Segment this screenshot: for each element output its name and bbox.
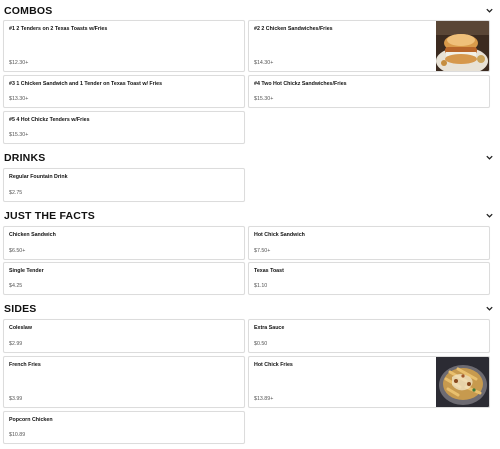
menu-item-card[interactable]: French Fries $3.99: [3, 356, 245, 408]
menu-item-price: $15.30+: [9, 132, 29, 138]
menu-item-name: Hot Chick Fries: [254, 362, 293, 368]
menu-item-card[interactable]: #2 2 Chicken Sandwiches/Fries $14.30+: [248, 20, 490, 72]
menu-item-name: #3 1 Chicken Sandwich and 1 Tender on Te…: [9, 81, 163, 87]
menu-item-name: #1 2 Tenders on 2 Texas Toasts w/Fries: [9, 26, 108, 32]
menu-item-name: Single Tender: [9, 268, 44, 274]
menu-item-price: $2.75: [9, 190, 23, 196]
menu-item-card[interactable]: #3 1 Chicken Sandwich and 1 Tender on Te…: [3, 75, 245, 108]
menu-item-price: $12.30+: [9, 60, 29, 66]
menu-item-price: $1.10: [254, 283, 268, 289]
menu-item-price: $4.25: [9, 283, 23, 289]
menu-item-name: Extra Sauce: [254, 325, 285, 331]
menu-item-card[interactable]: Popcorn Chicken $10.89: [3, 411, 245, 444]
chevron-down-icon[interactable]: [485, 6, 494, 15]
menu-item-card[interactable]: Texas Toast $1.10: [248, 262, 490, 295]
menu-item-price: $15.30+: [254, 96, 274, 102]
menu-item-name: Popcorn Chicken: [9, 417, 53, 423]
section-title: JUST THE FACTS: [4, 210, 95, 222]
chevron-down-icon[interactable]: [485, 153, 494, 162]
menu-item-card[interactable]: Extra Sauce $0.50: [248, 319, 490, 353]
menu-item-name: French Fries: [9, 362, 41, 368]
menu-item-name: #5 4 Hot Chickz Tenders w/Fries: [9, 117, 90, 123]
menu-item-price: $0.50: [254, 341, 268, 347]
section-header-drinks[interactable]: DRINKS: [4, 152, 494, 166]
menu-item-name: Chicken Sandwich: [9, 232, 56, 238]
menu-item-card[interactable]: Chicken Sandwich $6.50+: [3, 226, 245, 260]
menu-item-name: Coleslaw: [9, 325, 32, 331]
menu-item-name: #2 2 Chicken Sandwiches/Fries: [254, 26, 333, 32]
menu-item-price: $10.89: [9, 432, 26, 438]
menu-item-card[interactable]: Hot Chick Fries $13.89+: [248, 356, 490, 408]
menu-item-name: Texas Toast: [254, 268, 284, 274]
menu-item-name: Hot Chick Sandwich: [254, 232, 305, 238]
menu-item-price: $2.99: [9, 341, 23, 347]
loaded-fries-photo: [436, 357, 489, 407]
section-title: SIDES: [4, 303, 37, 315]
chicken-sandwich-photo: [436, 21, 489, 71]
menu-item-price: $13.89+: [254, 396, 274, 402]
menu-item-price: $3.99: [9, 396, 23, 402]
section-title: COMBOS: [4, 5, 53, 17]
section-title: DRINKS: [4, 152, 46, 164]
menu-item-card[interactable]: #4 Two Hot Chickz Sandwiches/Fries $15.3…: [248, 75, 490, 108]
menu-item-card[interactable]: #1 2 Tenders on 2 Texas Toasts w/Fries $…: [3, 20, 245, 72]
menu-item-card[interactable]: Regular Fountain Drink $2.75: [3, 168, 245, 202]
menu-item-name: Regular Fountain Drink: [9, 174, 68, 180]
section-header-sides[interactable]: SIDES: [4, 303, 494, 317]
menu-item-card[interactable]: Hot Chick Sandwich $7.50+: [248, 226, 490, 260]
section-header-just-the-facts[interactable]: JUST THE FACTS: [4, 210, 494, 224]
menu-item-price: $7.50+: [254, 248, 271, 254]
chevron-down-icon[interactable]: [485, 211, 494, 220]
menu-item-price: $14.30+: [254, 60, 274, 66]
menu-item-card[interactable]: Single Tender $4.25: [3, 262, 245, 295]
menu-item-card[interactable]: Coleslaw $2.99: [3, 319, 245, 353]
menu-item-name: #4 Two Hot Chickz Sandwiches/Fries: [254, 81, 347, 87]
menu-item-card[interactable]: #5 4 Hot Chickz Tenders w/Fries $15.30+: [3, 111, 245, 144]
menu-item-price: $6.50+: [9, 248, 26, 254]
chevron-down-icon[interactable]: [485, 304, 494, 313]
section-header-combos[interactable]: COMBOS: [4, 5, 494, 19]
menu-item-price: $13.30+: [9, 96, 29, 102]
